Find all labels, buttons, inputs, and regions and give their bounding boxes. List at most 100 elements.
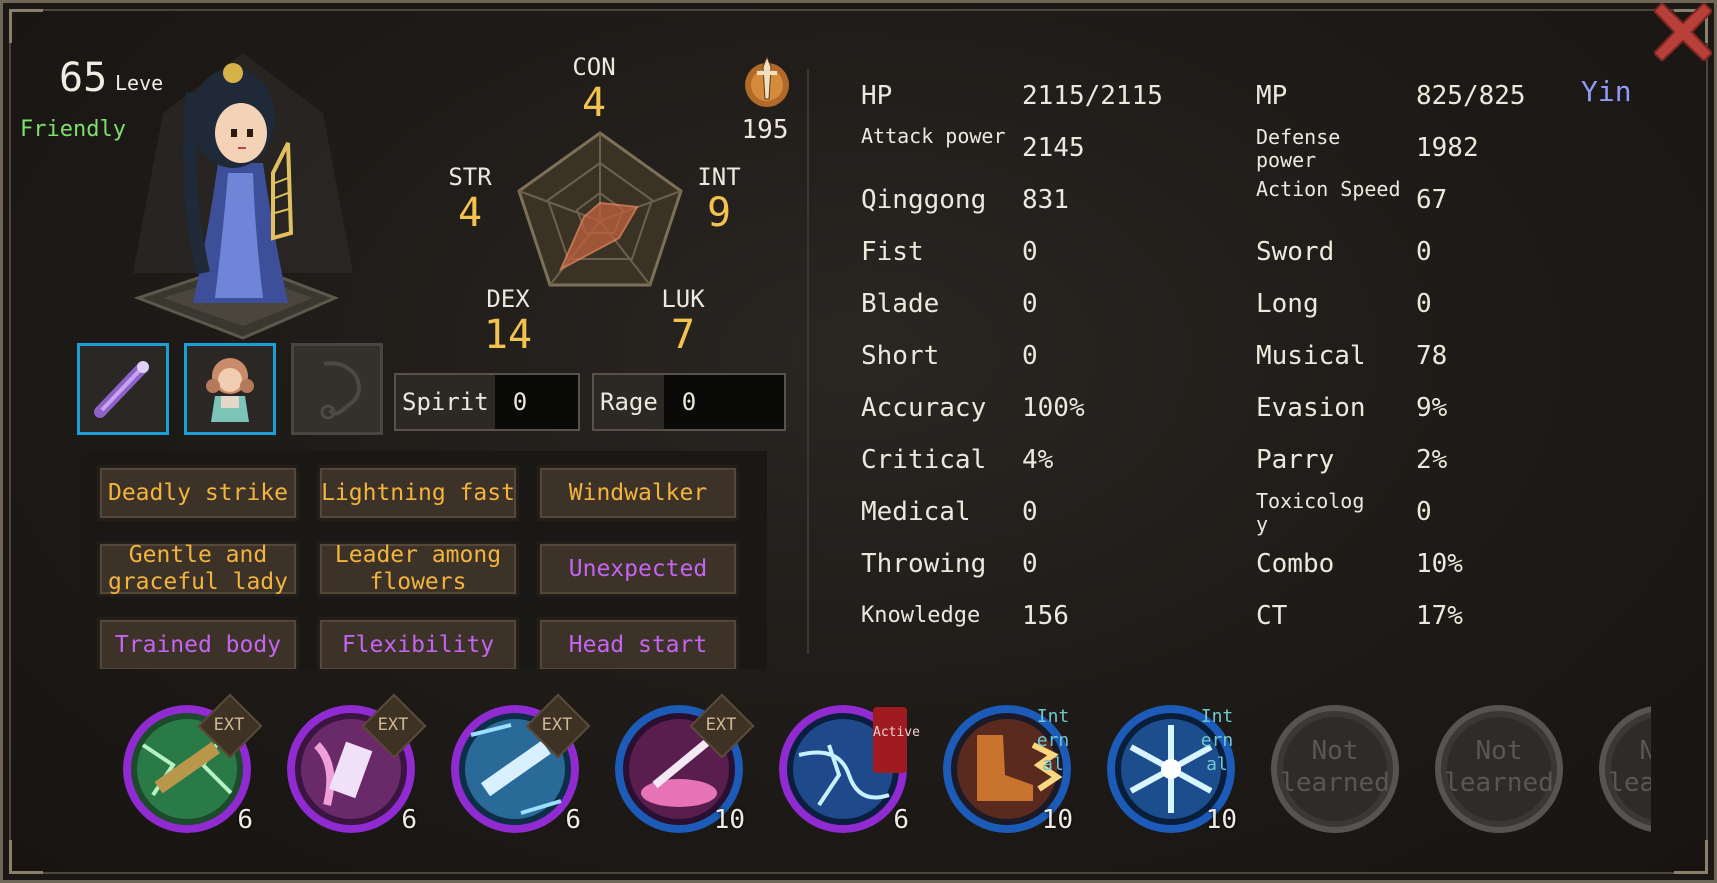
- attr-label: Fist: [861, 237, 924, 267]
- attr-label: Qinggong: [861, 185, 987, 215]
- attr-value: 0: [1022, 497, 1038, 527]
- skill-slot[interactable]: EXT 6: [441, 693, 591, 835]
- stat-radar-chart: [517, 131, 683, 287]
- locked-label: Not learned: [1280, 736, 1390, 798]
- attr-label: Parry: [1256, 445, 1335, 475]
- attr-value: 156: [1022, 601, 1069, 631]
- frame-corner: [9, 840, 43, 874]
- faction-emblem-icon: [745, 55, 789, 107]
- attitude-status: Friendly: [20, 117, 126, 142]
- skill-slot-locked[interactable]: Not learned: [1589, 695, 1651, 835]
- character-info-panel: 65 Leve Friendly CON 4 STR 4 INT 9 DEX 1…: [0, 0, 1717, 883]
- stat-label: CON: [572, 53, 616, 81]
- armor-slot[interactable]: [184, 343, 276, 435]
- trait-button[interactable]: Gentle and graceful lady: [97, 541, 299, 597]
- stat-int: INT 9: [679, 163, 759, 235]
- attr-label: Action Speed: [1256, 177, 1401, 201]
- tag-label: EXT: [705, 715, 737, 735]
- skill-level: 10: [713, 805, 745, 835]
- attr-value: 2115/2115: [1022, 81, 1163, 111]
- attr-label: Knowledge: [861, 603, 981, 628]
- accessory-slot[interactable]: [291, 343, 383, 435]
- attr-value: 0: [1416, 237, 1432, 267]
- attr-label: MP: [1256, 81, 1288, 111]
- traits-panel: Deadly strike Lightning fast Windwalker …: [85, 451, 767, 669]
- character-portrait: [133, 53, 353, 340]
- stat-value: 7: [670, 312, 696, 358]
- attr-value: 0: [1022, 341, 1038, 371]
- rage-value: 0: [663, 375, 784, 429]
- spirit-gauge: Spirit 0: [394, 373, 580, 431]
- attr-label: HP: [861, 81, 893, 111]
- attr-value: 2145: [1022, 133, 1085, 163]
- skill-level: 10: [1041, 805, 1073, 835]
- attr-label: Evasion: [1256, 393, 1366, 423]
- skill-slot-locked[interactable]: Not learned: [1425, 695, 1565, 835]
- skill-slot[interactable]: EXT 10: [605, 693, 755, 835]
- skill-slot[interactable]: Internal 10: [933, 695, 1073, 835]
- attr-label: Medical: [861, 497, 971, 527]
- attr-value: 0: [1022, 549, 1038, 579]
- trait-button[interactable]: Windwalker: [537, 465, 739, 521]
- spirit-value: 0: [494, 375, 578, 429]
- flute-weapon-icon: [94, 361, 149, 418]
- attr-value: 4%: [1022, 445, 1054, 475]
- locked-label: Not learned: [1444, 736, 1554, 798]
- stat-str: STR 4: [430, 163, 510, 235]
- trait-button[interactable]: Lightning fast: [317, 465, 519, 521]
- attr-label: Defense power: [1256, 125, 1341, 172]
- faction-value: 195: [741, 115, 789, 145]
- attr-value: 831: [1022, 185, 1069, 215]
- attr-label: Attack power: [861, 124, 1006, 148]
- trait-button[interactable]: Flexibility: [317, 617, 519, 669]
- attr-label: Combo: [1256, 549, 1335, 579]
- weapon-slot[interactable]: [77, 343, 169, 435]
- attr-value: 0: [1416, 289, 1432, 319]
- amulet-placeholder-icon: [320, 361, 361, 420]
- stat-label: INT: [697, 163, 741, 191]
- attr-label: Throwing: [861, 549, 987, 579]
- attr-value: 1982: [1416, 133, 1479, 163]
- attr-value: 825/825: [1416, 81, 1526, 111]
- locked-label: Not learned: [1608, 736, 1651, 798]
- tag-label: EXT: [213, 715, 245, 735]
- trait-button[interactable]: Head start: [537, 617, 739, 669]
- attr-value: 9%: [1416, 393, 1448, 423]
- stat-luk: LUK 7: [643, 285, 723, 357]
- frame-corner: [9, 9, 43, 43]
- trait-button[interactable]: Unexpected: [537, 541, 739, 597]
- attr-label: Blade: [861, 289, 940, 319]
- skill-slot[interactable]: EXT 6: [277, 693, 427, 835]
- tag-label: Active: [873, 707, 920, 773]
- skill-slot[interactable]: Internal 10: [1097, 695, 1237, 835]
- stat-value: 4: [457, 190, 483, 236]
- skill-level: 6: [237, 805, 253, 835]
- stat-dex: DEX 14: [468, 285, 548, 357]
- attr-value: 100%: [1022, 393, 1085, 423]
- yin-yang-alignment: Yin: [1581, 75, 1632, 108]
- attr-label: Critical: [861, 445, 987, 475]
- frame-corner: [1674, 840, 1708, 874]
- close-icon[interactable]: [1654, 3, 1712, 61]
- rage-label: Rage: [600, 388, 658, 416]
- stat-value: 14: [483, 312, 533, 358]
- companion-doll-icon: [206, 358, 254, 422]
- spirit-label: Spirit: [402, 388, 489, 416]
- attr-value: 2%: [1416, 445, 1448, 475]
- trait-button[interactable]: Trained body: [97, 617, 299, 669]
- stat-label: STR: [448, 163, 492, 191]
- skill-slot-locked[interactable]: Not learned: [1261, 695, 1401, 835]
- attr-label: Short: [861, 341, 940, 371]
- tag-label: Internal: [1036, 706, 1070, 775]
- trait-button[interactable]: Leader among flowers: [317, 541, 519, 597]
- character-level: 65: [59, 55, 108, 101]
- attr-label: Musical: [1256, 341, 1366, 371]
- attr-label: Toxicology: [1256, 489, 1365, 536]
- trait-button[interactable]: Deadly strike: [97, 465, 299, 521]
- skill-slot[interactable]: Active 6: [769, 695, 920, 835]
- attr-label: CT: [1256, 601, 1288, 631]
- attr-label: Sword: [1256, 237, 1335, 267]
- tag-label: EXT: [377, 715, 409, 735]
- attr-value: 0: [1416, 497, 1432, 527]
- skill-slot[interactable]: EXT 6: [113, 693, 263, 835]
